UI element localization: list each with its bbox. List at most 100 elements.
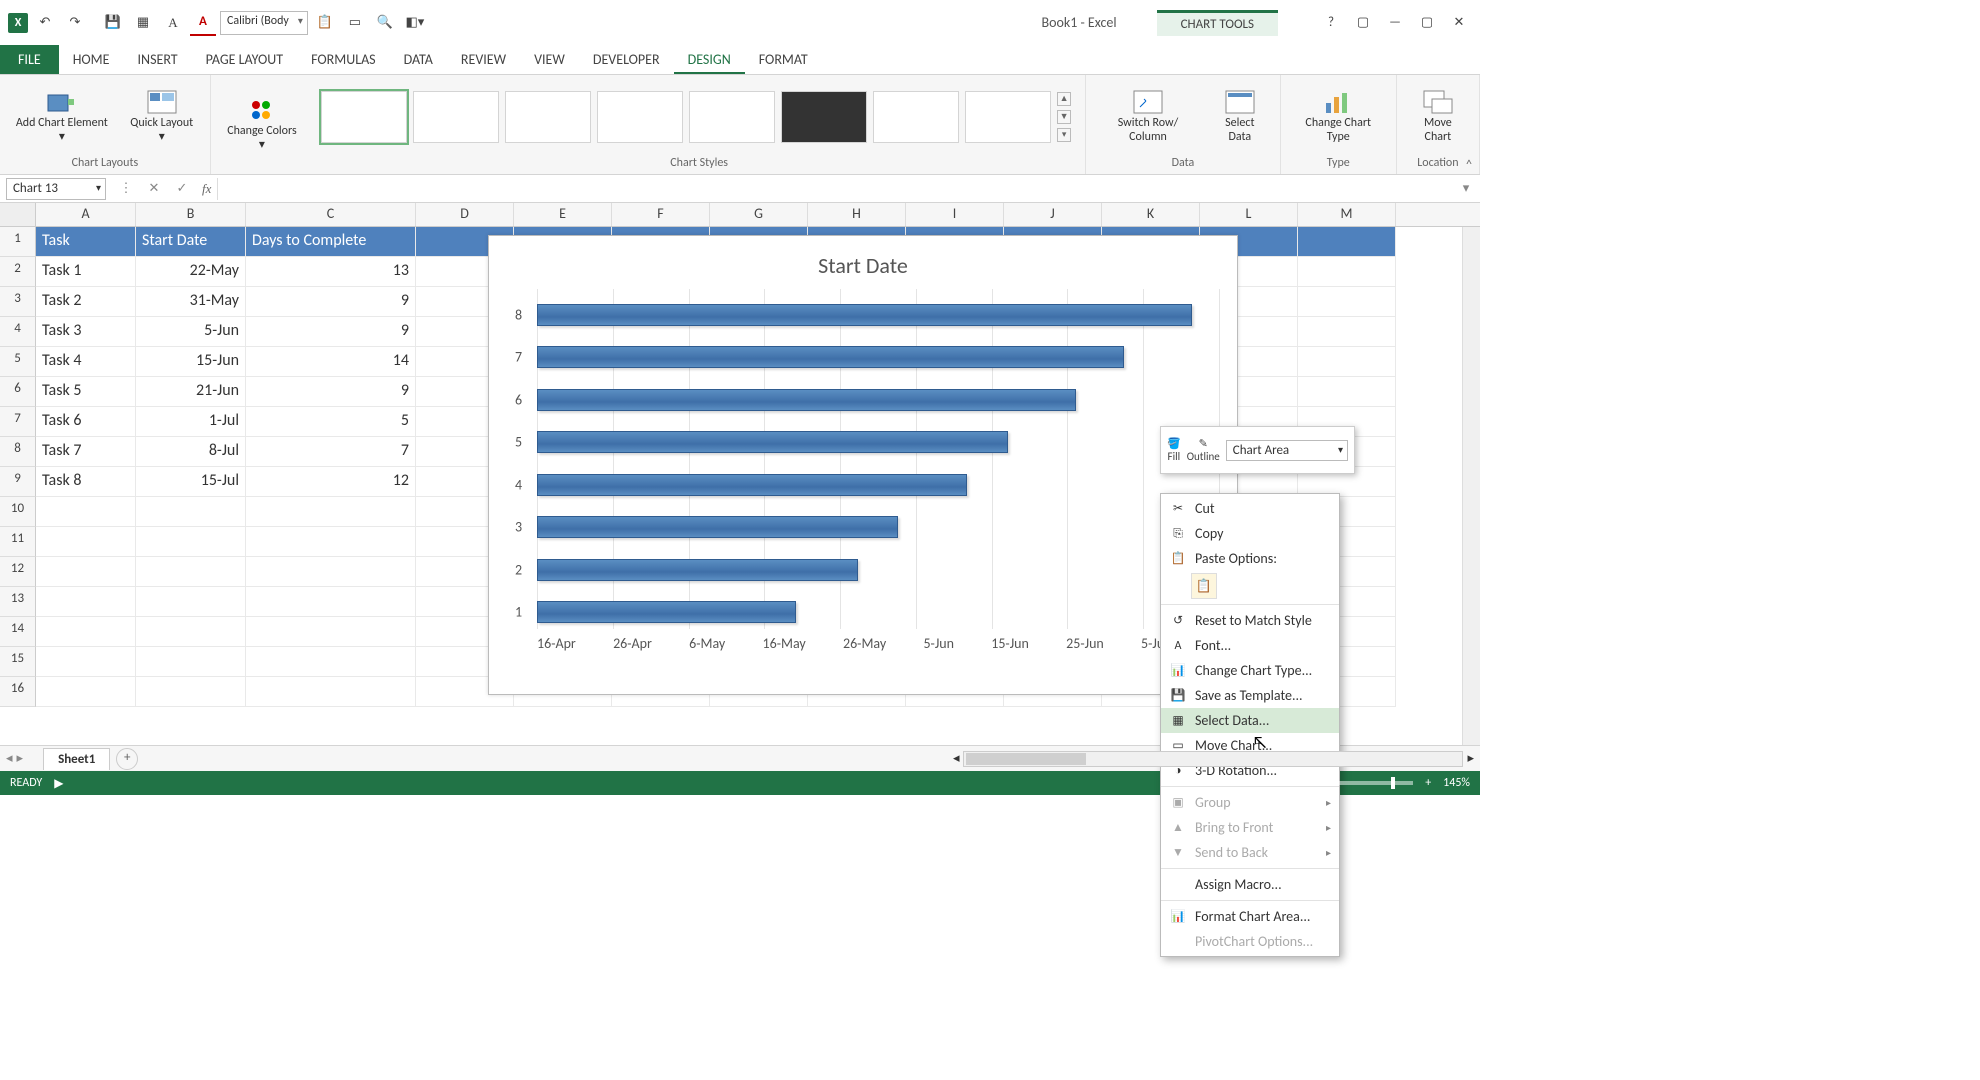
chart-style-4[interactable] (597, 91, 683, 143)
add-sheet-button[interactable]: + (116, 748, 138, 770)
cell[interactable] (1298, 257, 1396, 287)
select-data-button[interactable]: Select Data (1208, 85, 1272, 147)
switch-row-column-button[interactable]: Switch Row/ Column (1094, 85, 1202, 147)
chart-bar[interactable] (537, 516, 898, 538)
chart-bar[interactable] (537, 601, 796, 623)
cm-font[interactable]: AFont... (1161, 633, 1339, 658)
cell[interactable]: 9 (246, 377, 416, 407)
row-header[interactable]: 16 (0, 677, 36, 707)
chart-style-7[interactable] (873, 91, 959, 143)
cell[interactable] (36, 677, 136, 707)
minimize-button[interactable]: — (1382, 10, 1408, 36)
enter-formula-button[interactable]: ✓ (168, 181, 196, 196)
chart-style-6[interactable] (781, 91, 867, 143)
chart-plot-area[interactable]: 87654321 (537, 289, 1219, 629)
row-header[interactable]: 11 (0, 527, 36, 557)
cm-assign-macro[interactable]: Assign Macro... (1161, 872, 1339, 897)
cell[interactable] (246, 497, 416, 527)
cell[interactable]: 7 (246, 437, 416, 467)
cell[interactable]: 5-Jun (136, 317, 246, 347)
cell[interactable]: Task 4 (36, 347, 136, 377)
cell[interactable]: 14 (246, 347, 416, 377)
tab-data[interactable]: DATA (390, 45, 447, 74)
col-header-E[interactable]: E (514, 203, 612, 226)
touch-mode-button[interactable]: ▦ (130, 10, 156, 36)
chart-style-3[interactable] (505, 91, 591, 143)
vertical-scrollbar[interactable] (1462, 227, 1480, 745)
sheet-nav-next[interactable]: ▸ (17, 751, 24, 766)
col-header-L[interactable]: L (1200, 203, 1298, 226)
cell[interactable] (36, 557, 136, 587)
row-header[interactable]: 4 (0, 317, 36, 347)
sheet-tab-sheet1[interactable]: Sheet1 (43, 748, 110, 770)
save-button[interactable]: 💾 (100, 10, 126, 36)
collapse-ribbon-button[interactable]: ^ (1466, 158, 1472, 172)
row-header[interactable]: 15 (0, 647, 36, 677)
cell[interactable]: Task 8 (36, 467, 136, 497)
cell[interactable]: 31-May (136, 287, 246, 317)
cell[interactable]: 9 (246, 287, 416, 317)
font-size-button[interactable]: A (160, 10, 186, 36)
cell[interactable] (136, 677, 246, 707)
row-header[interactable]: 6 (0, 377, 36, 407)
undo-button[interactable]: ↶ (32, 10, 58, 36)
cell[interactable]: Days to Complete (246, 227, 416, 257)
cell[interactable]: Task 1 (36, 257, 136, 287)
hscroll-left[interactable]: ◂ (953, 751, 960, 766)
font-family-dropdown[interactable]: Calibri (Body (220, 11, 308, 35)
col-header-K[interactable]: K (1102, 203, 1200, 226)
cell[interactable] (246, 677, 416, 707)
fx-icon[interactable]: fx (196, 181, 217, 197)
cell[interactable] (36, 497, 136, 527)
col-header-B[interactable]: B (136, 203, 246, 226)
quick-layout-button[interactable]: Quick Layout ▾ (122, 85, 202, 147)
cell[interactable]: 8-Jul (136, 437, 246, 467)
cell[interactable]: 22-May (136, 257, 246, 287)
col-header-H[interactable]: H (808, 203, 906, 226)
chart-style-2[interactable] (413, 91, 499, 143)
select-all-corner[interactable] (0, 203, 36, 226)
cell[interactable] (1298, 377, 1396, 407)
cell[interactable]: Start Date (136, 227, 246, 257)
tab-view[interactable]: VIEW (520, 45, 579, 74)
print-preview-button[interactable]: 🔍 (372, 10, 398, 36)
tab-home[interactable]: HOME (59, 45, 124, 74)
sheet-nav-prev[interactable]: ◂ (6, 751, 13, 766)
cell[interactable]: Task 2 (36, 287, 136, 317)
redo-button[interactable]: ↷ (62, 10, 88, 36)
tab-format[interactable]: FORMAT (745, 45, 822, 74)
cell[interactable] (1298, 287, 1396, 317)
cm-cut[interactable]: ✂Cut (1161, 496, 1339, 521)
col-header-M[interactable]: M (1298, 203, 1396, 226)
shapes-button[interactable]: ◧▾ (402, 10, 428, 36)
formula-input[interactable] (217, 178, 1452, 200)
cm-select-data[interactable]: ▦Select Data... (1161, 708, 1339, 733)
clipboard-button[interactable]: 📋 (312, 10, 338, 36)
cell[interactable]: 15-Jul (136, 467, 246, 497)
tab-file[interactable]: FILE (0, 45, 59, 74)
cell[interactable] (246, 587, 416, 617)
cell[interactable]: Task 5 (36, 377, 136, 407)
cm-reset-style[interactable]: ↺Reset to Match Style (1161, 608, 1339, 633)
help-button[interactable]: ? (1318, 10, 1344, 36)
chart-bar[interactable] (537, 431, 1008, 453)
cell[interactable] (1298, 317, 1396, 347)
tab-design[interactable]: DESIGN (674, 45, 745, 74)
cell[interactable] (36, 647, 136, 677)
hscroll-right[interactable]: ▸ (1467, 751, 1474, 766)
change-colors-button[interactable]: Change Colors ▾ (219, 93, 305, 155)
cell[interactable] (36, 617, 136, 647)
cell[interactable]: 12 (246, 467, 416, 497)
chart-styles-scroll[interactable]: ▲▼▾ (1057, 92, 1077, 142)
chart-bar[interactable] (537, 474, 967, 496)
fill-button[interactable]: 🪣 Fill (1167, 437, 1181, 463)
row-header[interactable]: 9 (0, 467, 36, 497)
chart-bar[interactable] (537, 304, 1192, 326)
cell[interactable]: 5 (246, 407, 416, 437)
add-chart-element-button[interactable]: Add Chart Element ▾ (8, 85, 116, 147)
col-header-F[interactable]: F (612, 203, 710, 226)
cell[interactable]: Task 3 (36, 317, 136, 347)
tab-insert[interactable]: INSERT (124, 45, 192, 74)
ribbon-display-button[interactable]: ▢ (1350, 10, 1376, 36)
cell[interactable] (136, 527, 246, 557)
